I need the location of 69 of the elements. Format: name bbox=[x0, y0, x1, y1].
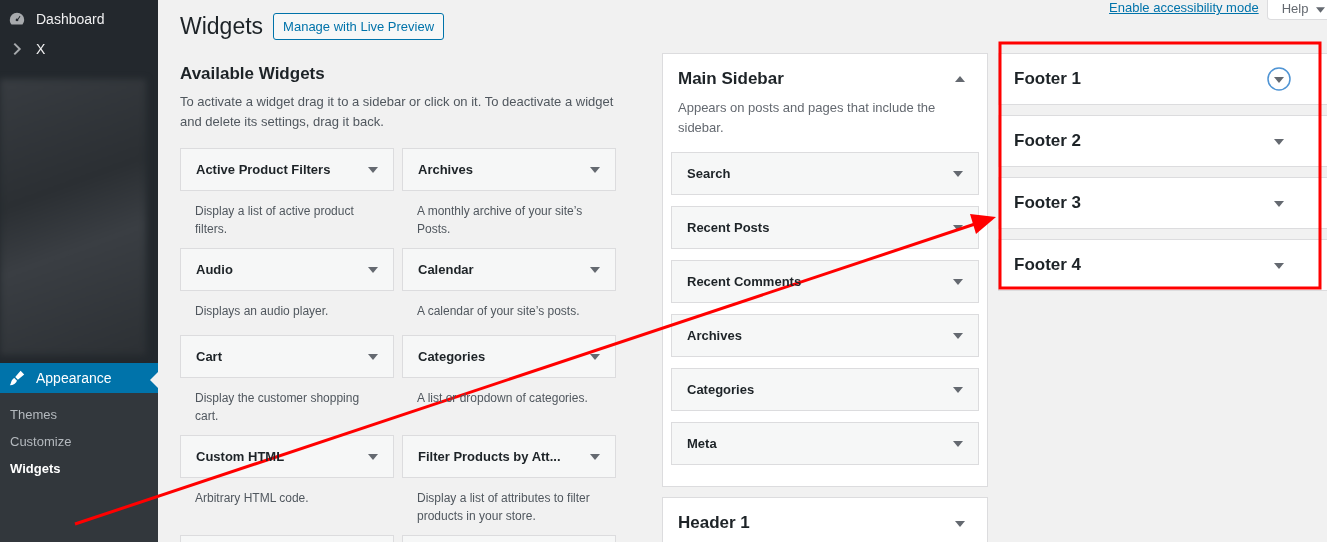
widget-item[interactable]: Calendar bbox=[402, 248, 616, 291]
caret-icon bbox=[953, 440, 963, 447]
area-title: Footer 2 bbox=[1014, 131, 1082, 151]
area-title: Main Sidebar bbox=[678, 69, 784, 89]
widget-item[interactable]: Archives bbox=[402, 148, 616, 191]
widget-name: Audio bbox=[196, 262, 233, 277]
widget-name: Archives bbox=[418, 162, 473, 177]
submenu-item[interactable]: Themes bbox=[0, 401, 158, 428]
caret-icon bbox=[953, 386, 963, 393]
caret-icon bbox=[368, 266, 378, 273]
widget-name: Search bbox=[687, 166, 731, 181]
submenu-item[interactable]: Customize bbox=[0, 428, 158, 455]
widget-item[interactable]: Meta bbox=[671, 422, 979, 465]
widget-name: Archives bbox=[687, 328, 742, 343]
section-title: Available Widgets bbox=[180, 64, 326, 84]
widget-name: Cart bbox=[196, 349, 222, 364]
widget-name: Calendar bbox=[418, 262, 474, 277]
widget-description: Display the customer shopping cart. bbox=[194, 390, 361, 424]
widget-item[interactable]: Search bbox=[671, 152, 979, 195]
widget-item[interactable]: Cart bbox=[180, 335, 394, 378]
widget-item[interactable]: Recent Comments bbox=[671, 260, 979, 303]
caret-icon bbox=[953, 278, 963, 285]
area-title: Footer 1 bbox=[1014, 69, 1082, 89]
area-title: Header 1 bbox=[678, 513, 750, 533]
caret-icon bbox=[953, 224, 963, 231]
menu-item[interactable]: Appearance bbox=[0, 363, 158, 393]
area-title: Footer 3 bbox=[1014, 193, 1082, 213]
widget-item[interactable]: Recent Posts bbox=[671, 206, 979, 249]
caret-icon bbox=[1316, 6, 1325, 13]
widget-name: Filter Products by Att... bbox=[418, 449, 561, 464]
live-preview-button[interactable]: Manage with Live Preview bbox=[273, 13, 445, 40]
widget-description: Display a list of attributes to filter products in your store. bbox=[416, 490, 591, 524]
widget-name: Active Product Filters bbox=[196, 162, 331, 177]
caret-icon bbox=[590, 453, 600, 460]
caret-icon bbox=[590, 266, 600, 273]
caret-icon bbox=[368, 353, 378, 360]
widget-name: Recent Posts bbox=[687, 220, 770, 235]
area-title: Footer 4 bbox=[1014, 255, 1082, 275]
section-description: To activate a widget drag it to a sidebar or click on it. To deactivate a widget and delete its settings, drag it back. bbox=[180, 93, 615, 131]
widget-description: A calendar of your site’s posts. bbox=[416, 303, 581, 320]
caret-icon bbox=[368, 166, 378, 173]
widget-item[interactable]: Filter Products by Att... bbox=[402, 435, 616, 478]
widget-description: Display a list of active product filters. bbox=[194, 203, 355, 237]
widget-name: Meta bbox=[687, 436, 717, 451]
help-button[interactable]: Help bbox=[1266, 0, 1327, 20]
widget-name: Categories bbox=[687, 382, 755, 397]
widget-item[interactable]: Categories bbox=[671, 368, 979, 411]
menu-item[interactable]: Dashboard bbox=[0, 4, 158, 34]
widget-description: A monthly archive of your site’s Posts. bbox=[416, 203, 584, 237]
caret-icon[interactable] bbox=[1267, 67, 1291, 91]
caret-icon bbox=[953, 332, 963, 339]
widget-item[interactable]: Archives bbox=[671, 314, 979, 357]
widget-item[interactable]: Active Product Filters bbox=[180, 148, 394, 191]
caret-icon bbox=[590, 166, 600, 173]
caret-icon bbox=[590, 353, 600, 360]
caret-icon bbox=[953, 170, 963, 177]
menu-item[interactable]: X bbox=[0, 33, 158, 64]
caret-icon bbox=[368, 453, 378, 460]
widget-name: Recent Comments bbox=[687, 274, 802, 289]
widget-description: Displays an audio player. bbox=[194, 303, 330, 320]
page-title: Widgets bbox=[180, 13, 264, 40]
widget-item[interactable]: Audio bbox=[180, 248, 394, 291]
brush-icon bbox=[8, 369, 26, 388]
widget-item[interactable]: Categories bbox=[402, 335, 616, 378]
submenu-item[interactable]: Widgets bbox=[0, 455, 158, 482]
area-description: Appears on posts and pages that include the sidebar. bbox=[678, 99, 937, 137]
accessibility-link[interactable]: Enable accessibility mode bbox=[1109, 0, 1259, 15]
widget-name: Categories bbox=[418, 349, 486, 364]
widget-description: Arbitrary HTML code. bbox=[194, 490, 310, 507]
